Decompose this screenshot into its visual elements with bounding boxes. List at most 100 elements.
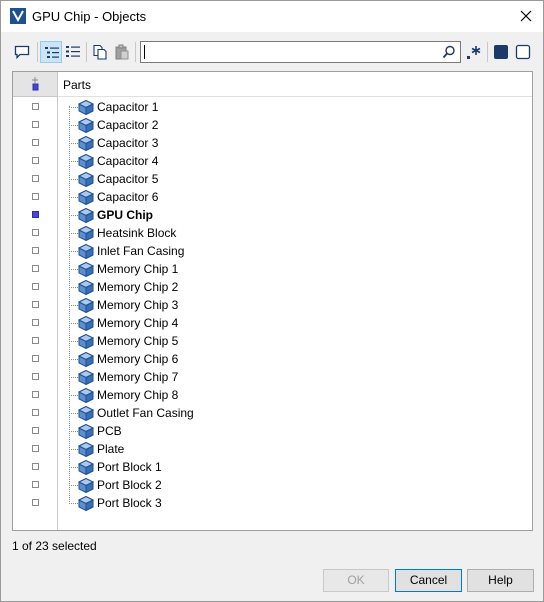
tree-row[interactable]: Memory Chip 2: [13, 278, 532, 296]
selection-status: 1 of 23 selected: [12, 539, 97, 553]
row-checkbox[interactable]: [32, 481, 39, 488]
tree-row[interactable]: Capacitor 5: [13, 170, 532, 188]
row-checkbox[interactable]: [32, 193, 39, 200]
window-title: GPU Chip - Objects: [32, 9, 147, 24]
tree-row[interactable]: Capacitor 2: [13, 116, 532, 134]
row-checkbox[interactable]: [32, 373, 39, 380]
search-box[interactable]: [140, 41, 461, 63]
text-caret: [144, 45, 145, 59]
part-icon: [77, 279, 95, 296]
tree-row[interactable]: Memory Chip 8: [13, 386, 532, 404]
regex-button[interactable]: [463, 41, 485, 63]
tree-row[interactable]: Memory Chip 4: [13, 314, 532, 332]
tree-row[interactable]: Port Block 2: [13, 476, 532, 494]
part-icon: [77, 315, 95, 332]
row-checkbox[interactable]: [32, 103, 39, 110]
parts-header-label: Parts: [63, 78, 92, 92]
ok-button[interactable]: OK: [323, 569, 389, 592]
close-icon: [520, 10, 532, 22]
tree-row[interactable]: Memory Chip 6: [13, 350, 532, 368]
row-checkbox[interactable]: [32, 445, 39, 452]
help-button[interactable]: Help: [467, 569, 534, 592]
search-input[interactable]: [144, 44, 434, 60]
copy-button[interactable]: [89, 41, 111, 63]
solid-square-icon: [494, 45, 508, 59]
tree-row[interactable]: Capacitor 1: [13, 98, 532, 116]
solid-square-button[interactable]: [490, 41, 512, 63]
outline-square-icon: [515, 44, 531, 60]
regex-icon: [467, 46, 481, 59]
tree-row[interactable]: Outlet Fan Casing: [13, 404, 532, 422]
part-icon: [77, 117, 95, 134]
tree-row[interactable]: Capacitor 3: [13, 134, 532, 152]
part-icon: [77, 225, 95, 242]
row-checkbox[interactable]: [32, 211, 39, 218]
part-icon: [77, 441, 95, 458]
tree-view-icon: [45, 47, 59, 58]
toolbar-separator: [135, 42, 136, 62]
tree-row[interactable]: Memory Chip 5: [13, 332, 532, 350]
part-label: Memory Chip 3: [97, 298, 179, 312]
row-checkbox[interactable]: [32, 247, 39, 254]
tree-row[interactable]: Capacitor 6: [13, 188, 532, 206]
part-icon: [77, 261, 95, 278]
part-icon: [77, 99, 95, 116]
part-label: Capacitor 2: [97, 118, 159, 132]
tree-row[interactable]: Inlet Fan Casing: [13, 242, 532, 260]
row-checkbox[interactable]: [32, 139, 39, 146]
tree-row[interactable]: PCB: [13, 422, 532, 440]
part-icon: [77, 351, 95, 368]
copy-icon: [93, 44, 107, 60]
tree-row[interactable]: Memory Chip 1: [13, 260, 532, 278]
tree-view-button[interactable]: [40, 41, 62, 63]
tree-row[interactable]: Port Block 3: [13, 494, 532, 512]
row-checkbox[interactable]: [32, 337, 39, 344]
part-label: Capacitor 1: [97, 100, 159, 114]
row-checkbox[interactable]: [32, 319, 39, 326]
part-label: Capacitor 5: [97, 172, 159, 186]
tree-row[interactable]: Heatsink Block: [13, 224, 532, 242]
paste-button[interactable]: [111, 41, 133, 63]
row-checkbox[interactable]: [32, 427, 39, 434]
close-button[interactable]: [509, 1, 543, 32]
parts-column-header[interactable]: Parts: [58, 72, 532, 97]
row-checkbox[interactable]: [32, 175, 39, 182]
row-checkbox[interactable]: [32, 121, 39, 128]
tree-row[interactable]: Memory Chip 7: [13, 368, 532, 386]
row-checkbox[interactable]: [32, 463, 39, 470]
row-checkbox[interactable]: [32, 265, 39, 272]
tree-row[interactable]: Plate: [13, 440, 532, 458]
row-checkbox[interactable]: [32, 391, 39, 398]
outline-square-button[interactable]: [512, 41, 534, 63]
part-icon: [77, 405, 95, 422]
tree-row[interactable]: GPU Chip: [13, 206, 532, 224]
row-checkbox[interactable]: [32, 229, 39, 236]
comment-button[interactable]: [11, 41, 33, 63]
part-icon: [77, 243, 95, 260]
title-bar: GPU Chip - Objects: [1, 1, 543, 32]
tree-row[interactable]: Memory Chip 3: [13, 296, 532, 314]
objects-dialog: GPU Chip - Objects Parts Capacitor 1 Cap…: [0, 0, 544, 602]
part-icon: [77, 297, 95, 314]
row-checkbox[interactable]: [32, 355, 39, 362]
row-checkbox[interactable]: [32, 283, 39, 290]
cancel-button[interactable]: Cancel: [395, 569, 462, 592]
search-icon[interactable]: [442, 45, 456, 59]
row-checkbox[interactable]: [32, 157, 39, 164]
part-icon: [77, 459, 95, 476]
row-checkbox[interactable]: [32, 301, 39, 308]
check-column-header[interactable]: [13, 72, 57, 97]
tree-row[interactable]: Capacitor 4: [13, 152, 532, 170]
part-icon: [77, 477, 95, 494]
tree-row[interactable]: Port Block 1: [13, 458, 532, 476]
part-label: Outlet Fan Casing: [97, 406, 194, 420]
part-label: Capacitor 4: [97, 154, 159, 168]
part-icon: [77, 387, 95, 404]
part-label: Memory Chip 7: [97, 370, 179, 384]
part-label: Memory Chip 5: [97, 334, 179, 348]
toolbar-separator: [37, 42, 38, 62]
row-checkbox[interactable]: [32, 409, 39, 416]
row-checkbox[interactable]: [32, 499, 39, 506]
part-icon: [77, 495, 95, 512]
list-view-button[interactable]: [62, 41, 84, 63]
